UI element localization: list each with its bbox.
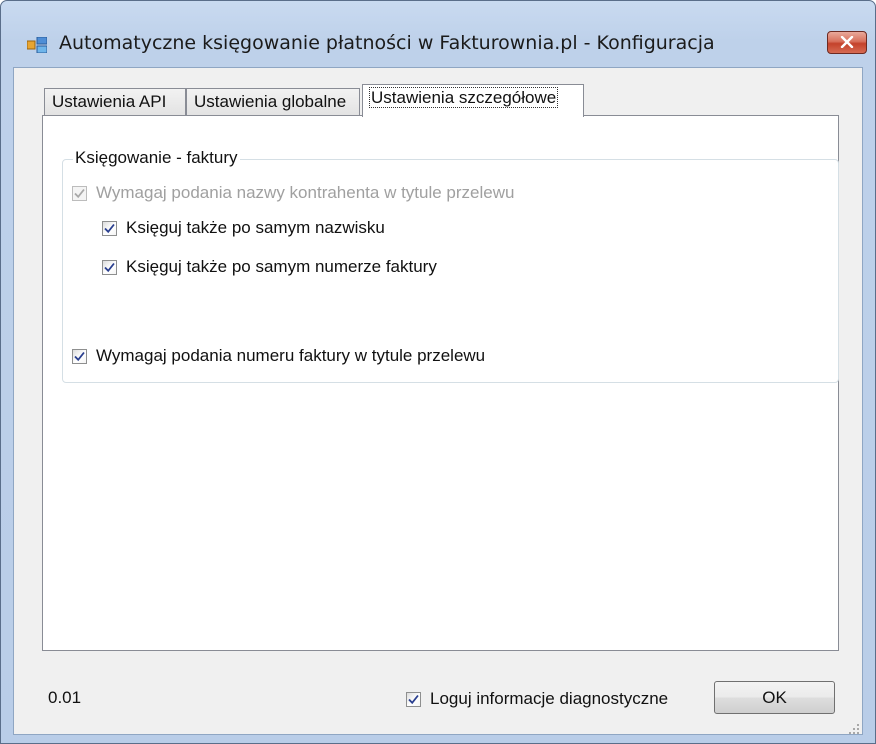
window-title: Automatyczne księgowanie płatności w Fak… [59, 32, 715, 54]
title-bar[interactable] [1, 1, 875, 31]
close-icon [840, 33, 854, 52]
tab-global-settings[interactable]: Ustawienia globalne [186, 88, 360, 115]
checkbox-label: Loguj informacje diagnostyczne [430, 689, 669, 708]
checkbox-box [72, 348, 87, 364]
tab-page-detailed-settings: Księgowanie - faktury Wymagaj podania na… [42, 115, 839, 651]
app-window-icon [26, 36, 48, 54]
invoice-posting-group: Księgowanie - faktury Wymagaj podania na… [62, 148, 839, 383]
tab-label: Ustawienia szczegółowe [368, 87, 559, 108]
checkbox-label: Księguj także po samym nazwisku [126, 218, 385, 237]
tab-detailed-settings[interactable]: Ustawienia szczegółowe [362, 84, 584, 117]
checkbox-box [102, 220, 117, 236]
checkbox-box [72, 185, 87, 201]
post-by-surname-checkbox[interactable]: Księguj także po samym nazwisku [102, 218, 385, 238]
require-invoice-number-checkbox[interactable]: Wymagaj podania numeru faktury w tytule … [72, 346, 485, 366]
tab-label: Ustawienia globalne [194, 92, 347, 111]
version-label: 0.01 [48, 688, 82, 707]
resize-grip-icon[interactable] [848, 720, 860, 734]
require-contractor-name-checkbox[interactable]: Wymagaj podania nazwy kontrahenta w tytu… [72, 183, 514, 203]
checkbox-label: Wymagaj podania nazwy kontrahenta w tytu… [96, 183, 515, 202]
checkbox-box [102, 259, 117, 275]
close-button[interactable] [827, 31, 867, 54]
config-window: Automatyczne księgowanie płatności w Fak… [0, 0, 876, 744]
group-legend: Księgowanie - faktury [73, 148, 240, 168]
tab-label: Ustawienia API [52, 92, 167, 111]
checkbox-label: Księguj także po samym numerze faktury [126, 257, 437, 276]
window-client-area: Ustawienia API Ustawienia globalne Ustaw… [13, 67, 863, 735]
checkbox-label: Wymagaj podania numeru faktury w tytule … [96, 346, 486, 365]
tab-api-settings[interactable]: Ustawienia API [44, 88, 186, 115]
log-diagnostics-checkbox[interactable]: Loguj informacje diagnostyczne [406, 689, 668, 709]
post-by-invoice-number-checkbox[interactable]: Księguj także po samym numerze faktury [102, 257, 437, 277]
ok-button[interactable]: OK [714, 681, 835, 714]
checkbox-box [406, 691, 421, 707]
